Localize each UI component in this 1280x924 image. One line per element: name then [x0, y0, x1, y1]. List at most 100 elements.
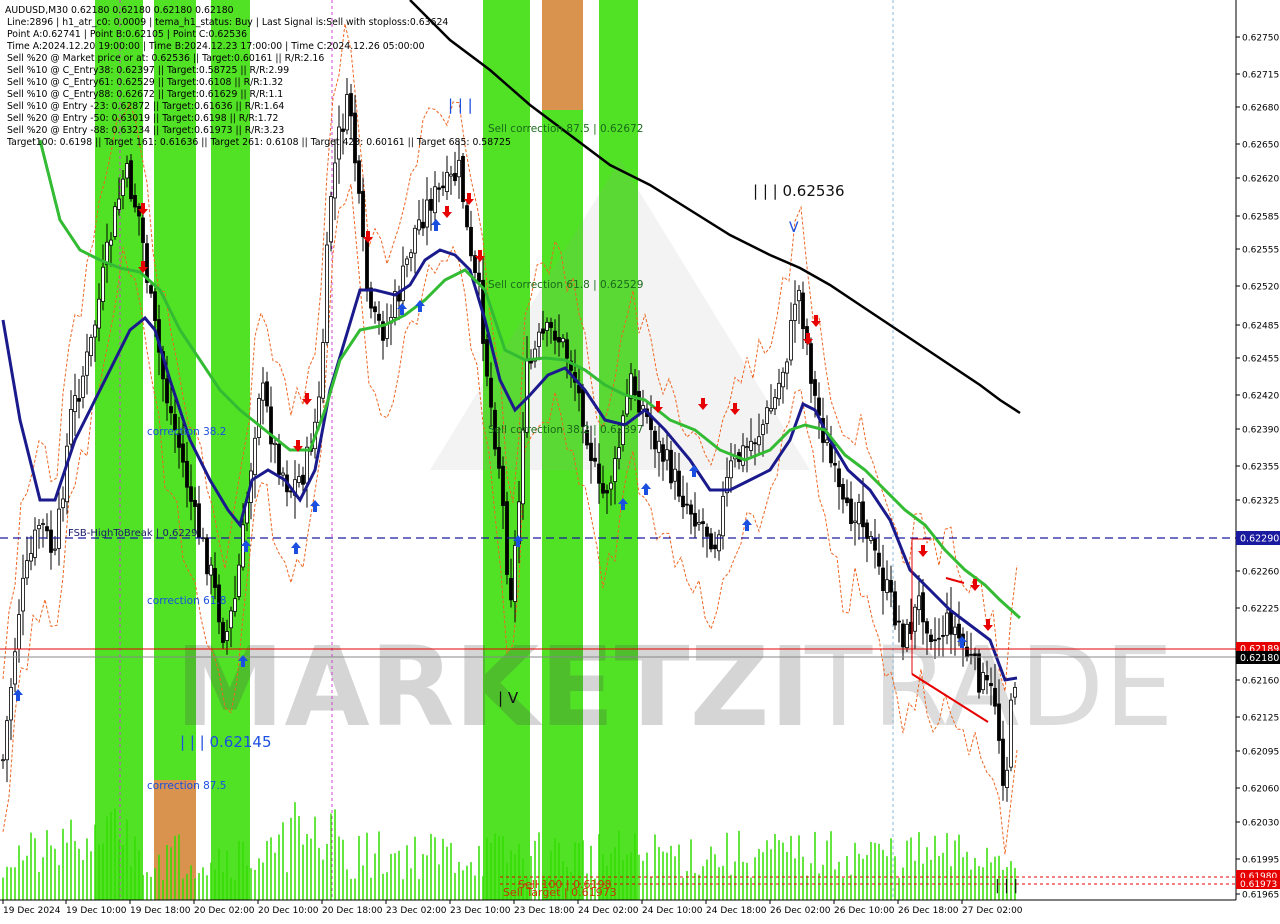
candle-body: [929, 634, 933, 643]
candle-body: [89, 337, 93, 357]
orange-zone-2: [542, 0, 583, 110]
candle-body: [253, 437, 257, 475]
candle-body: [545, 322, 549, 331]
candle-body: [945, 612, 949, 636]
candle-body: [845, 497, 849, 504]
x-tick-label: 19 Dec 18:00: [130, 906, 191, 916]
y-tick-label: 0.62715: [1242, 71, 1279, 81]
candle-body: [873, 538, 877, 551]
candle-body: [329, 196, 333, 243]
info-line-10: Sell %20 @ Entry -88: 0.63234 || Target:…: [7, 125, 284, 136]
x-tick-label: 26 Dec 02:00: [770, 906, 831, 916]
candle-body: [685, 503, 689, 506]
info-line-1: Line:2896 | h1_atr_c0: 0.0009 | tema_h1_…: [7, 17, 448, 28]
candle-body: [813, 379, 817, 396]
candle-body: [169, 406, 173, 414]
candle-body: [849, 498, 853, 524]
price-axis-bg: [1236, 0, 1280, 920]
candle-body: [689, 504, 693, 515]
candle-body: [897, 620, 901, 623]
y-tick-label: 0.62680: [1242, 104, 1279, 114]
fsb-tag: 0.62290: [1240, 534, 1279, 545]
candle-body: [841, 484, 845, 500]
y-tick-label: 0.62260: [1242, 568, 1279, 578]
candle-body: [85, 351, 89, 376]
candle-body: [905, 623, 909, 649]
candle-body: [797, 289, 801, 302]
y-tick-label: 0.62620: [1242, 175, 1279, 185]
candle-body: [301, 474, 305, 485]
candle-body: [537, 331, 541, 347]
candle-body: [261, 382, 265, 401]
x-tick-label: 20 Dec 02:00: [194, 906, 255, 916]
candle-body: [665, 449, 669, 461]
candle-body: [521, 429, 525, 505]
candle-body: [457, 159, 461, 178]
candle-body: [857, 502, 861, 525]
candle-body: [949, 610, 953, 635]
candle-body: [93, 324, 97, 338]
candle-body: [669, 449, 673, 484]
y-tick-label: 0.62225: [1242, 605, 1279, 615]
candle-body: [109, 239, 113, 246]
candle-body: [153, 291, 157, 321]
candle-body: [273, 442, 277, 446]
candle-body: [49, 529, 53, 553]
candle-body: [809, 343, 813, 384]
wave3-price-label: | | | 0.62536: [753, 182, 845, 200]
wave-c-marker: V: [789, 220, 799, 236]
candle-body: [377, 313, 381, 321]
time-axis-bg: [0, 900, 1280, 920]
candle-body: [269, 406, 273, 445]
candle-body: [361, 191, 365, 238]
price-chart[interactable]: MARKETZI TRADE | | | | | | 0.62536 V | |…: [0, 0, 1280, 920]
candle-body: [941, 635, 945, 637]
sell-correction-382: Sell correction 38.2 | 0.62397: [488, 424, 643, 436]
wave3-low-label: | | | 0.62145: [180, 733, 272, 751]
candle-body: [205, 537, 209, 575]
candle-body: [865, 522, 869, 539]
candle-body: [977, 653, 981, 693]
candle-body: [317, 396, 321, 423]
candle-body: [661, 444, 665, 462]
candle-body: [781, 371, 785, 388]
candle-body: [101, 266, 105, 302]
y-tick-label: 0.62030: [1242, 819, 1279, 829]
candle-body: [765, 407, 769, 424]
candle-body: [613, 458, 617, 482]
candle-body: [937, 637, 941, 640]
candle-body: [77, 398, 81, 402]
candle-body: [489, 377, 493, 408]
candle-body: [233, 598, 237, 612]
y-tick-label: 0.62125: [1242, 714, 1279, 724]
y-tick-label: 0.62585: [1242, 213, 1279, 223]
candle-body: [653, 430, 657, 450]
candle-body: [97, 298, 101, 329]
y-tick-label: 0.62555: [1242, 246, 1279, 256]
candle-body: [757, 436, 761, 446]
candle-body: [789, 320, 793, 361]
candle-body: [773, 397, 777, 410]
candle-body: [485, 339, 489, 377]
correction-875: correction 87.5: [147, 780, 226, 792]
candle-body: [921, 592, 925, 623]
candle-body: [441, 185, 445, 189]
candle-body: [557, 336, 561, 343]
y-tick-label: 0.62160: [1242, 677, 1279, 687]
chart-window[interactable]: MARKETZI TRADE | | | | | | 0.62536 V | |…: [0, 0, 1280, 920]
sell-correction-875: Sell correction 87.5 | 0.62672: [488, 123, 643, 135]
candle-body: [609, 482, 613, 490]
candle-body: [265, 381, 269, 407]
candle-body: [5, 720, 9, 761]
sell-correction-618: Sell correction 61.8 | 0.62529: [488, 279, 643, 291]
candle-body: [429, 198, 433, 211]
x-tick-label: 23 Dec 02:00: [386, 906, 447, 916]
candle-body: [237, 564, 241, 597]
candle-body: [597, 463, 601, 484]
current-tag: 0.62180: [1240, 653, 1279, 664]
candle-body: [281, 472, 285, 476]
candle-body: [445, 172, 449, 192]
candle-body: [769, 408, 773, 412]
candle-body: [993, 687, 997, 707]
candle-body: [325, 244, 329, 343]
